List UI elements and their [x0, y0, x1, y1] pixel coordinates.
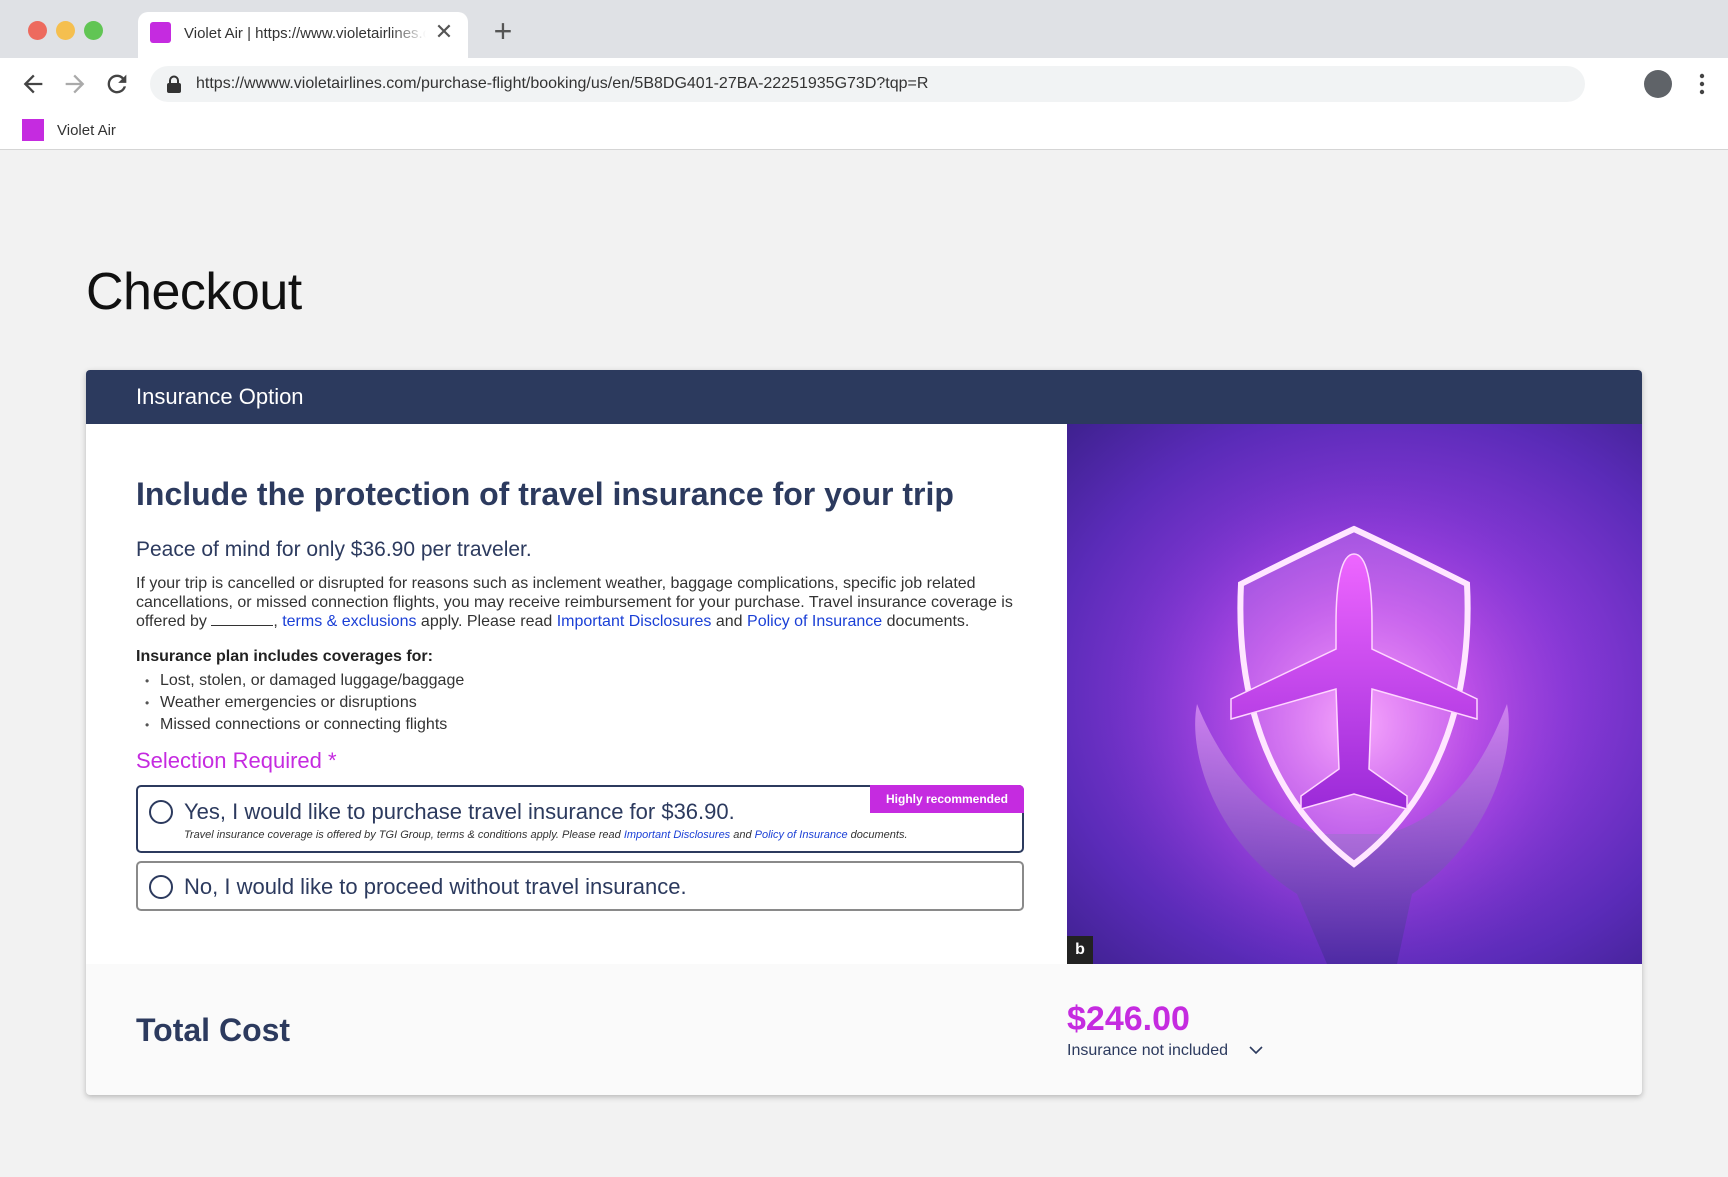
card-header-title: Insurance Option	[136, 384, 304, 409]
chevron-down-icon[interactable]	[1248, 1042, 1264, 1058]
back-arrow-icon[interactable]	[19, 70, 47, 98]
insurance-subhead: Peace of mind for only $36.90 per travel…	[136, 538, 532, 561]
option-yes-label[interactable]: Yes, I would like to purchase travel ins…	[184, 799, 735, 825]
description-text: ,	[273, 613, 283, 630]
browser-toolbar: https://wwww.violetairlines.com/purchase…	[0, 58, 1728, 110]
new-tab-icon[interactable]: +	[488, 15, 518, 47]
bookmark-label: Violet Air	[57, 122, 116, 139]
radio-no[interactable]	[149, 875, 173, 899]
url-text: https://wwww.violetairlines.com/purchase…	[196, 75, 929, 92]
important-disclosures-link[interactable]: Important Disclosures	[624, 829, 730, 841]
coverage-title: Insurance plan includes coverages for:	[136, 648, 433, 665]
description-text: apply. Please read	[416, 613, 557, 630]
tab-close-icon[interactable]: ✕	[432, 20, 456, 44]
highly-recommended-badge: Highly recommended	[870, 785, 1024, 813]
insurance-hero-image: b	[1067, 424, 1642, 964]
option-yes-subtext: Travel insurance coverage is offered by …	[184, 829, 908, 841]
more-menu-icon[interactable]	[1692, 68, 1712, 100]
coverage-list: Lost, stolen, or damaged luggage/baggage…	[136, 670, 464, 736]
tab-favicon-icon	[150, 22, 171, 43]
coverage-item: Lost, stolen, or damaged luggage/baggage	[136, 670, 464, 692]
subtext: Travel insurance coverage is offered by …	[184, 829, 624, 841]
reload-icon[interactable]	[103, 70, 131, 98]
description-text: documents.	[882, 613, 970, 630]
forward-arrow-icon[interactable]	[61, 70, 89, 98]
plane-shield-illustration	[1097, 444, 1617, 964]
image-source-badge: b	[1067, 936, 1093, 964]
terms-exclusions-link[interactable]: terms & exclusions	[282, 613, 416, 630]
insurance-note-toggle[interactable]: Insurance not included	[1067, 1042, 1228, 1060]
insurance-description: If your trip is cancelled or disrupted f…	[136, 574, 1026, 631]
description-text: and	[711, 613, 748, 630]
bookmark-favicon-icon	[22, 119, 44, 141]
browser-tab-bar: Violet Air | https://www.violetairlines.…	[0, 0, 1728, 58]
minimize-window-button[interactable]	[56, 21, 75, 40]
tab-title: Violet Air | https://www.violetairlines.…	[184, 25, 426, 42]
card-header: Insurance Option	[86, 370, 1642, 424]
coverage-item: Missed connections or connecting flights	[136, 714, 464, 736]
address-bar[interactable]: https://wwww.violetairlines.com/purchase…	[150, 66, 1585, 102]
browser-tab[interactable]: Violet Air | https://www.violetairlines.…	[138, 12, 468, 58]
total-cost-price: $246.00	[1067, 1000, 1190, 1038]
policy-of-insurance-link[interactable]: Policy of Insurance	[755, 829, 848, 841]
total-cost-label: Total Cost	[136, 1012, 291, 1048]
maximize-window-button[interactable]	[84, 21, 103, 40]
coverage-item: Weather emergencies or disruptions	[136, 692, 464, 714]
subtext: and	[730, 829, 755, 841]
radio-yes[interactable]	[149, 800, 173, 824]
option-yes-insurance[interactable]: Yes, I would like to purchase travel ins…	[136, 785, 1024, 853]
option-no-label[interactable]: No, I would like to proceed without trav…	[184, 874, 687, 900]
policy-of-insurance-link[interactable]: Policy of Insurance	[747, 613, 882, 630]
page-title: Checkout	[86, 263, 302, 321]
insurance-headline: Include the protection of travel insuran…	[136, 476, 954, 512]
lock-icon	[167, 75, 181, 93]
insurance-card: Insurance Option Include the protection …	[86, 370, 1642, 1095]
important-disclosures-link[interactable]: Important Disclosures	[557, 613, 712, 630]
profile-avatar[interactable]	[1644, 70, 1672, 98]
selection-required-label: Selection Required *	[136, 748, 337, 773]
close-window-button[interactable]	[28, 21, 47, 40]
subtext: documents.	[847, 829, 908, 841]
insurance-content: Include the protection of travel insuran…	[86, 424, 1067, 964]
option-no-insurance[interactable]: No, I would like to proceed without trav…	[136, 861, 1024, 911]
provider-blank	[211, 614, 274, 626]
bookmarks-bar: Violet Air	[0, 110, 1728, 150]
